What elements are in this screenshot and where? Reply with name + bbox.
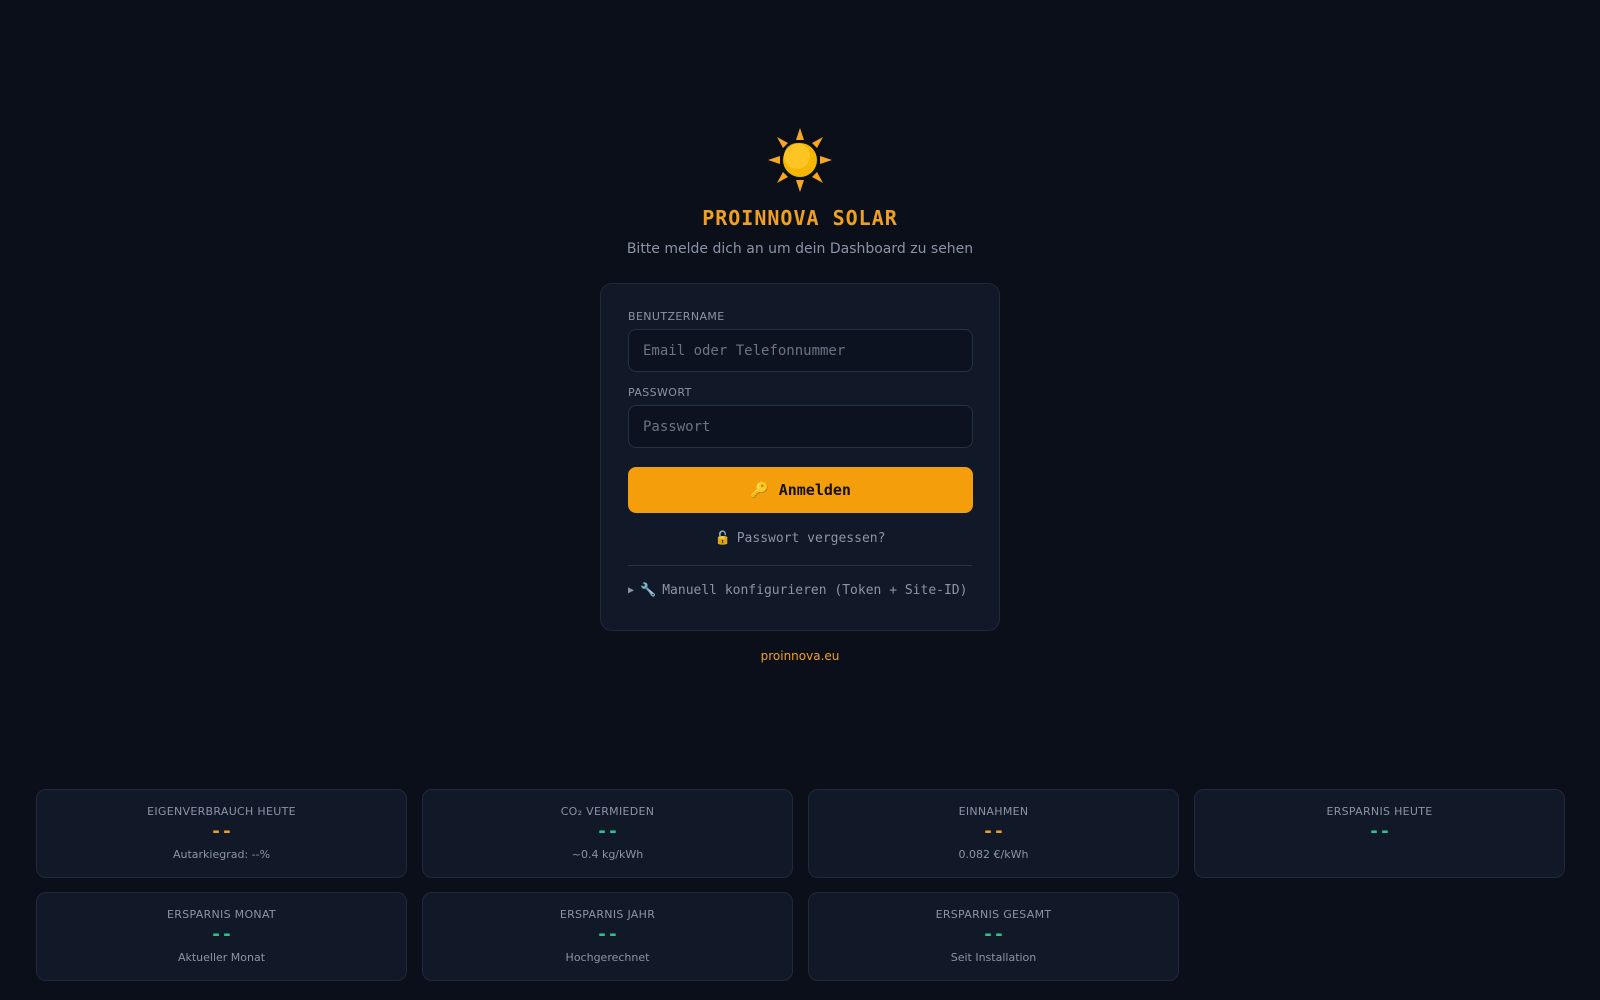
stat-subtitle: Autarkiegrad: --%	[172, 848, 271, 861]
stat-card-ersparnis-heute: ERSPARNIS HEUTE --	[1194, 789, 1565, 878]
key-icon: 🔑	[750, 481, 769, 499]
stat-subtitle: 0.082 €/kWh	[958, 848, 1029, 861]
stat-subtitle: Aktueller Monat	[177, 951, 266, 964]
stat-value: --	[596, 821, 619, 842]
stat-value: --	[210, 924, 233, 945]
stat-title: ERSPARNIS HEUTE	[1326, 805, 1433, 818]
login-subtitle: Bitte melde dich an um dein Dashboard zu…	[626, 241, 974, 257]
stat-title: ERSPARNIS MONAT	[167, 908, 276, 921]
stat-card-eigenverbrauch: EIGENVERBRAUCH HEUTE -- Autarkiegrad: --…	[36, 789, 407, 878]
stat-subtitle: Seit Installation	[950, 951, 1037, 964]
stat-value: --	[982, 821, 1005, 842]
stat-title: ERSPARNIS GESAMT	[935, 908, 1052, 921]
stat-value: --	[982, 924, 1005, 945]
login-screen: PROINNOVA SOLAR Bitte melde dich an um d…	[0, 0, 1600, 663]
username-input[interactable]	[628, 329, 973, 372]
forgot-password-label: Passwort vergessen?	[736, 531, 886, 546]
divider	[628, 565, 972, 566]
password-label: PASSWORT	[628, 386, 692, 399]
stat-value: --	[596, 924, 619, 945]
wrench-icon: 🔧	[640, 583, 657, 598]
sun-icon	[768, 128, 832, 192]
stat-card-ersparnis-jahr: ERSPARNIS JAHR -- Hochgerechnet	[422, 892, 793, 981]
manual-config-toggle[interactable]: ▶ 🔧 Manuell konfigurieren (Token + Site-…	[628, 583, 972, 598]
stats-grid: EIGENVERBRAUCH HEUTE -- Autarkiegrad: --…	[36, 789, 1565, 981]
stat-title: EINNAHMEN	[958, 805, 1029, 818]
stat-card-ersparnis-monat: ERSPARNIS MONAT -- Aktueller Monat	[36, 892, 407, 981]
login-card: BENUTZERNAME PASSWORT 🔑 Anmelden 🔓 Passwo…	[600, 283, 1000, 631]
username-label: BENUTZERNAME	[628, 310, 725, 323]
stat-title: ERSPARNIS JAHR	[559, 908, 656, 921]
brand-title: PROINNOVA SOLAR	[702, 206, 898, 230]
website-link[interactable]: proinnova.eu	[761, 649, 840, 663]
stat-title: CO₂ VERMIEDEN	[560, 805, 655, 818]
caret-right-icon: ▶	[628, 585, 635, 596]
stat-card-ersparnis-gesamt: ERSPARNIS GESAMT -- Seit Installation	[808, 892, 1179, 981]
login-button-label: Anmelden	[778, 481, 851, 499]
stat-subtitle: Hochgerechnet	[565, 951, 650, 964]
manual-config-label: Manuell konfigurieren (Token + Site-ID)	[662, 583, 968, 598]
stat-card-co2: CO₂ VERMIEDEN -- ~0.4 kg/kWh	[422, 789, 793, 878]
stat-value: --	[1368, 821, 1391, 842]
password-input[interactable]	[628, 405, 973, 448]
stat-title: EIGENVERBRAUCH HEUTE	[147, 805, 296, 818]
stat-card-einnahmen: EINNAHMEN -- 0.082 €/kWh	[808, 789, 1179, 878]
stat-value: --	[210, 821, 233, 842]
login-button[interactable]: 🔑 Anmelden	[628, 467, 973, 513]
forgot-password-link[interactable]: 🔓 Passwort vergessen?	[628, 531, 972, 546]
stat-subtitle: ~0.4 kg/kWh	[571, 848, 644, 861]
lock-icon: 🔓	[714, 531, 731, 546]
